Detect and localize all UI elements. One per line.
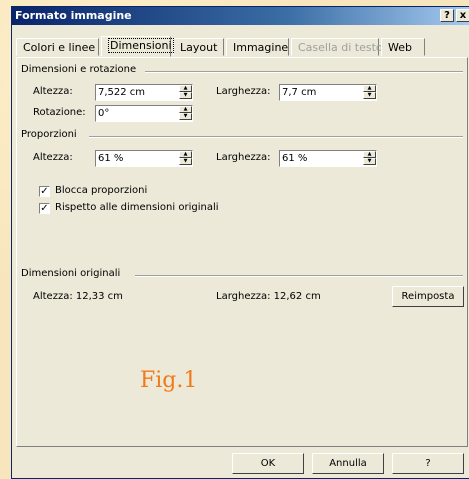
close-title-button[interactable]: x [456,9,469,22]
original-width-text: Larghezza: 12,62 cm [216,291,321,302]
relative-original-checkbox[interactable]: ✓ [39,203,50,214]
spin-up-icon[interactable]: ▲ [179,106,192,113]
spin-up-icon[interactable]: ▲ [363,85,376,92]
relative-original-label: Rispetto alle dimensioni originali [55,202,219,213]
divider [135,275,463,277]
spin-down-icon[interactable]: ▼ [179,113,192,120]
scale-height-spinner[interactable]: 61 % ▲ ▼ [95,150,193,167]
width-spinner[interactable]: 7,7 cm ▲ ▼ [279,84,377,101]
tab-layout[interactable]: Layout [173,38,224,56]
ok-button[interactable]: OK [232,453,304,474]
size-rotation-heading: Dimensioni e rotazione [21,64,137,75]
height-spinner[interactable]: 7,522 cm ▲ ▼ [95,84,193,101]
tab-casella-di-testo[interactable]: Casella di testo [291,38,383,56]
lock-ratio-checkbox[interactable]: ✓ [39,186,50,197]
spin-up-icon[interactable]: ▲ [179,151,192,158]
spin-down-icon[interactable]: ▼ [363,158,376,165]
help-button[interactable]: ? [392,453,464,474]
figure-caption: Fig.1 [140,368,198,393]
spin-up-icon[interactable]: ▲ [179,85,192,92]
original-size-heading: Dimensioni originali [21,268,121,279]
dialog-window: Formato immagine ? x Colori e linee Dime… [11,6,469,479]
scale-width-spinner[interactable]: 61 % ▲ ▼ [279,150,377,167]
scale-height-value: 61 % [98,153,124,164]
width-value: 7,7 cm [282,87,317,98]
scale-width-label: Larghezza: [216,152,271,163]
scale-height-label: Altezza: [33,152,73,163]
tab-colori-e-linee[interactable]: Colori e linee [16,38,99,56]
help-title-button[interactable]: ? [440,9,454,22]
dialog-title: Formato immagine [15,9,132,22]
tab-immagine[interactable]: Immagine [226,38,289,56]
rotation-label: Rotazione: [33,107,86,118]
spin-down-icon[interactable]: ▼ [179,158,192,165]
rotation-value: 0° [98,108,110,119]
tab-dimensioni[interactable]: Dimensioni [101,36,174,57]
spin-up-icon[interactable]: ▲ [363,151,376,158]
rotation-spinner[interactable]: 0° ▲ ▼ [95,105,193,122]
divider [89,136,463,138]
tab-web[interactable]: Web [381,38,425,56]
spin-down-icon[interactable]: ▼ [363,92,376,99]
width-label: Larghezza: [216,86,271,97]
height-value: 7,522 cm [98,87,146,98]
original-height-text: Altezza: 12,33 cm [33,291,123,302]
scale-width-value: 61 % [282,153,308,164]
reset-button[interactable]: Reimposta [392,286,464,307]
title-bar[interactable]: Formato immagine ? x [12,7,469,25]
lock-ratio-label: Blocca proporzioni [55,185,148,196]
scale-heading: Proporzioni [21,129,77,140]
divider [145,71,463,73]
cancel-button[interactable]: Annulla [312,453,384,474]
height-label: Altezza: [33,86,73,97]
tab-panel-dimensioni: Dimensioni e rotazione Altezza: 7,522 cm… [16,57,468,447]
spin-down-icon[interactable]: ▼ [179,92,192,99]
